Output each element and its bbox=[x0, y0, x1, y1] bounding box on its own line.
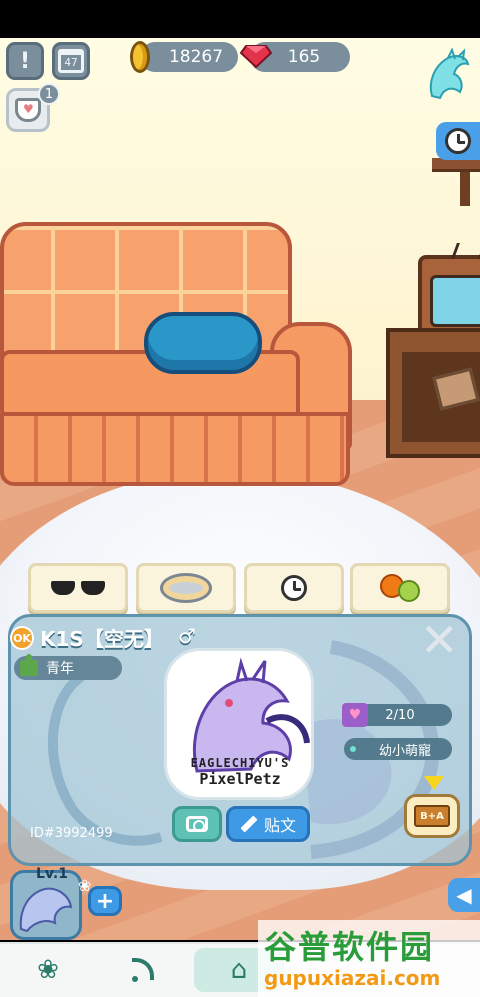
exclamation-icon: ! bbox=[19, 48, 31, 74]
clock-icon bbox=[281, 575, 307, 601]
breed-tag-button[interactable]: B+A bbox=[404, 794, 460, 838]
pet-id: ID#3992499 bbox=[30, 826, 113, 841]
feed-button[interactable] bbox=[136, 563, 236, 613]
fish-badge-icon: OK bbox=[10, 626, 34, 650]
timer-button[interactable] bbox=[436, 122, 480, 160]
arrow-down-icon bbox=[424, 776, 444, 790]
calendar-icon: 47 bbox=[58, 49, 84, 73]
heart-icon: ♥ bbox=[342, 703, 368, 727]
dragon-avatar-icon[interactable] bbox=[422, 47, 472, 104]
growth-stage: 青年 bbox=[14, 654, 122, 680]
paw-icon: ❀ bbox=[37, 955, 59, 985]
fruit-icon bbox=[380, 574, 420, 602]
add-pet-button[interactable]: + bbox=[88, 886, 122, 916]
food-bowl-icon bbox=[160, 573, 212, 603]
pet-name[interactable]: K1S【空无】 bbox=[40, 623, 164, 652]
affection-value: 2/10 bbox=[385, 707, 415, 723]
tv-screen bbox=[430, 275, 480, 327]
alert-button[interactable]: ! bbox=[6, 42, 44, 80]
calendar-day: 47 bbox=[64, 56, 78, 69]
pencil-icon bbox=[240, 815, 258, 833]
game-screen: ! 47 18267 165 1 bbox=[0, 0, 480, 997]
gender-icon: ♂ bbox=[178, 624, 196, 648]
brand-line-2: PixelPetz bbox=[199, 770, 281, 788]
coins-value: 18267 bbox=[168, 47, 224, 67]
tv-antenna bbox=[451, 243, 480, 259]
collapse-arrow-button[interactable]: ◀ bbox=[448, 878, 480, 912]
pet-title-label: 幼小萌寵 bbox=[378, 743, 431, 759]
status-bar bbox=[0, 0, 480, 38]
television[interactable] bbox=[418, 243, 480, 337]
pet-thumbnail-icon bbox=[19, 887, 73, 933]
portrait-watermark: EAGLECHIYU'S PixelPetz bbox=[178, 756, 302, 788]
calendar-button[interactable]: 47 bbox=[52, 42, 90, 80]
level-label: Lv.1 bbox=[36, 866, 68, 882]
gift-bag-icon bbox=[15, 98, 41, 122]
schedule-button[interactable] bbox=[244, 563, 344, 613]
gem-icon bbox=[239, 44, 273, 69]
shelf-bracket bbox=[460, 172, 470, 206]
pet-bed-pillow[interactable] bbox=[144, 312, 262, 374]
watermark-url: gupuxiazai.com bbox=[264, 966, 441, 990]
coin-icon bbox=[130, 41, 150, 73]
post-button[interactable]: 贴文 bbox=[226, 806, 310, 842]
shelf-board bbox=[432, 158, 480, 172]
rss-icon bbox=[132, 958, 156, 982]
tag-icon: B+A bbox=[414, 805, 450, 827]
sofa[interactable] bbox=[0, 222, 360, 502]
snack-button[interactable] bbox=[350, 563, 450, 613]
clock-icon bbox=[445, 128, 471, 154]
brand-line-1: EAGLECHIYU'S bbox=[190, 756, 290, 770]
sunglasses-icon bbox=[51, 581, 105, 595]
coins-counter[interactable]: 18267 bbox=[140, 42, 238, 72]
post-button-label: 贴文 bbox=[263, 816, 296, 835]
home-icon: ⌂ bbox=[230, 955, 248, 985]
nav-pets[interactable]: ❀ bbox=[18, 948, 78, 992]
site-watermark: 谷普软件园 gupuxiazai.com bbox=[258, 920, 480, 997]
accessory-button[interactable] bbox=[28, 563, 128, 613]
close-panel-button[interactable]: ✕ bbox=[420, 617, 459, 663]
sofa-skirt bbox=[0, 412, 350, 486]
gems-value: 165 bbox=[287, 47, 321, 67]
wall-shelf bbox=[432, 158, 480, 206]
growth-stage-label: 青年 bbox=[46, 661, 74, 677]
camera-icon bbox=[186, 816, 208, 832]
notification-badge: 1 bbox=[38, 83, 60, 105]
watermark-name: 谷普软件园 bbox=[264, 928, 435, 966]
tv-cabinet bbox=[386, 328, 480, 458]
nav-feed[interactable] bbox=[114, 948, 174, 992]
camera-button[interactable] bbox=[172, 806, 222, 842]
pet-title: 幼小萌寵 bbox=[344, 738, 452, 760]
arrow-left-icon: ◀ bbox=[456, 883, 472, 907]
growth-stage-icon bbox=[20, 654, 38, 676]
